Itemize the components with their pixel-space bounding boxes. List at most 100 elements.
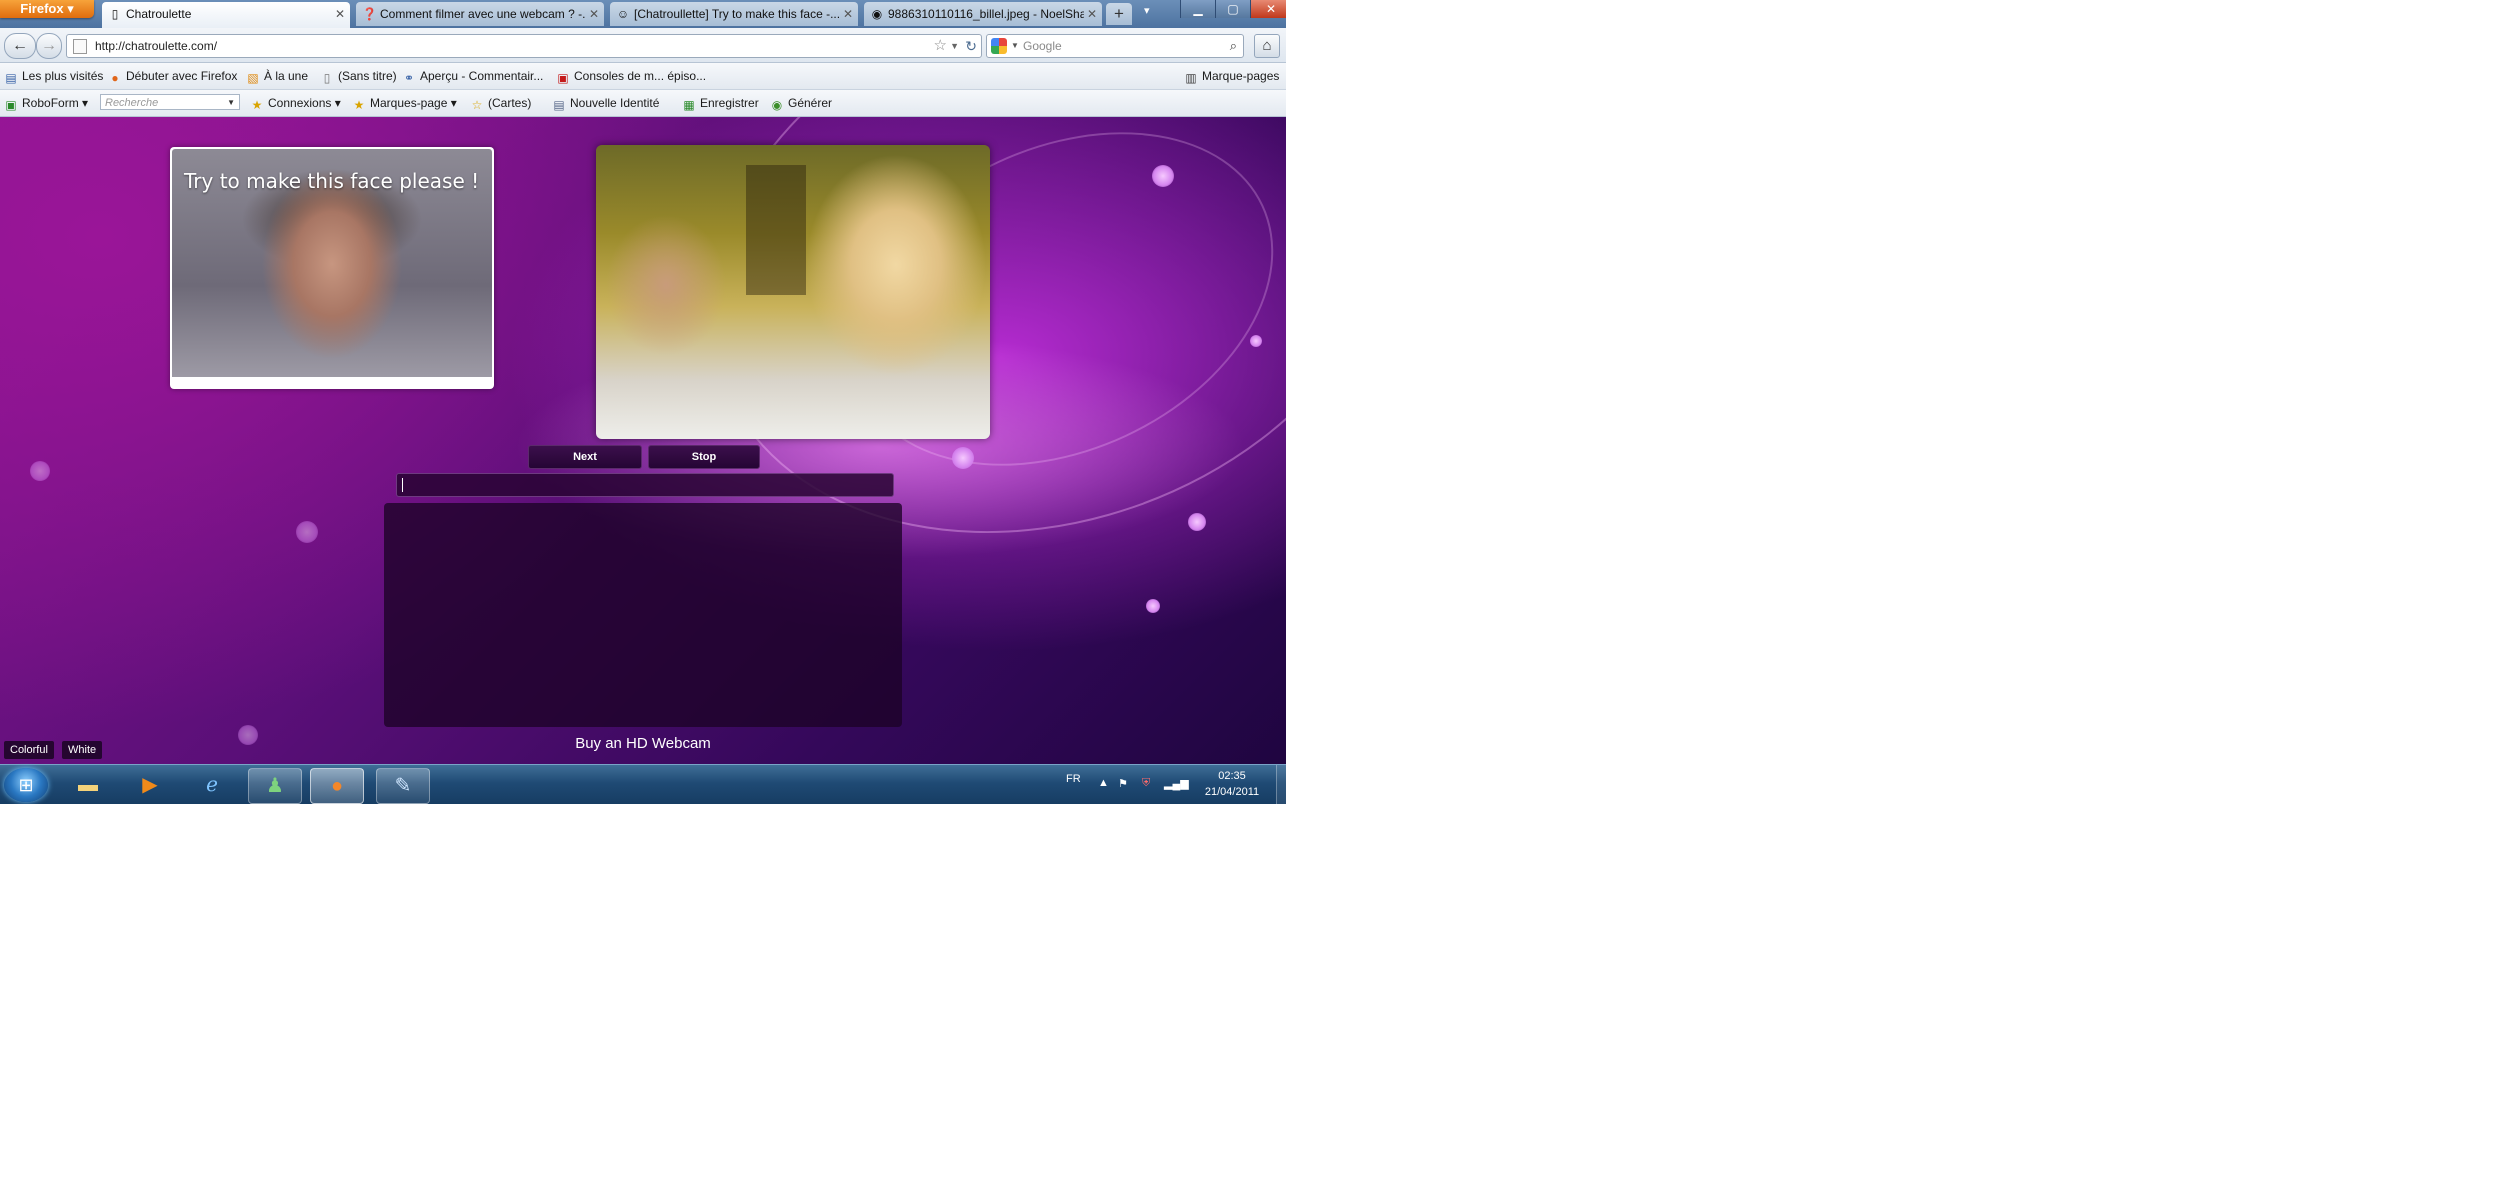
bookmark-debuter-firefox[interactable]: ● Débuter avec Firefox bbox=[108, 63, 237, 89]
roboform-item-label: Enregistrer bbox=[700, 96, 759, 110]
taskbar-paint[interactable]: ✎ bbox=[376, 768, 430, 804]
video-background-shadow bbox=[746, 165, 806, 295]
close-icon[interactable]: ✕ bbox=[1087, 2, 1097, 26]
chat-input[interactable] bbox=[396, 473, 894, 497]
roboform-cartes[interactable]: ☆ (Cartes) bbox=[470, 90, 532, 116]
desktop-screen: Firefox ▾ ▯ Chatroulette ✕ ❓ Comment fil… bbox=[0, 0, 1286, 804]
partner-webcam-video bbox=[596, 145, 990, 439]
taskbar-media-player[interactable]: ▶ bbox=[124, 768, 176, 802]
network-signal-icon[interactable]: ▂▄▆ bbox=[1164, 777, 1189, 790]
reload-icon[interactable]: ↻ bbox=[965, 35, 977, 57]
youtube-icon: ▣ bbox=[557, 71, 569, 85]
stop-button[interactable]: Stop bbox=[648, 445, 760, 469]
bookmark-sans-titre[interactable]: ▯ (Sans titre) bbox=[320, 63, 397, 89]
tab-list-icon[interactable]: ▾ bbox=[1144, 4, 1150, 17]
close-icon[interactable]: ✕ bbox=[589, 2, 599, 26]
roboform-marques-page[interactable]: ★ Marques-page ▾ bbox=[352, 90, 457, 116]
buy-hd-webcam-row: Buy an HD Webcam bbox=[0, 735, 1286, 752]
home-icon: ⌂ bbox=[1262, 37, 1272, 54]
roboform-menu[interactable]: ▣ RoboForm ▾ bbox=[4, 90, 88, 116]
question-icon: ❓ bbox=[362, 7, 377, 21]
next-button[interactable]: Next bbox=[528, 445, 642, 469]
roboform-item-label: Marques-page bbox=[370, 96, 448, 110]
search-icon[interactable]: ⌕ bbox=[1230, 35, 1237, 57]
background-orb bbox=[30, 461, 50, 481]
bookmark-apercu[interactable]: ⚭ Aperçu - Commentair... bbox=[402, 63, 543, 89]
roboform-generer[interactable]: ◉ Générer bbox=[770, 90, 832, 116]
windows-logo-icon: ⊞ bbox=[18, 775, 34, 795]
show-hidden-icons-icon[interactable]: ▲ bbox=[1098, 777, 1109, 789]
roboform-item-label: (Cartes) bbox=[488, 96, 532, 110]
close-icon[interactable]: ✕ bbox=[335, 2, 345, 26]
generate-icon: ◉ bbox=[771, 98, 783, 112]
text-caret bbox=[402, 478, 403, 492]
buy-hd-webcam-link[interactable]: Buy an HD Webcam bbox=[575, 735, 711, 752]
taskbar-messenger[interactable]: ♟ bbox=[248, 768, 302, 804]
url-text: http://chatroulette.com/ bbox=[95, 39, 218, 53]
taskbar-firefox[interactable]: ● bbox=[310, 768, 364, 804]
card-icon: ☆ bbox=[471, 98, 483, 112]
bookmark-star-icon[interactable]: ☆ bbox=[934, 35, 947, 57]
bookmark-les-plus-visites[interactable]: ▤ Les plus visités bbox=[4, 63, 103, 89]
roboform-enregistrer[interactable]: ▦ Enregistrer bbox=[682, 90, 759, 116]
link-icon: ⚭ bbox=[403, 71, 415, 85]
tab-noelshack-image[interactable]: ◉ 9886310110116_billel.jpeg - NoelSha...… bbox=[864, 2, 1102, 26]
home-button[interactable]: ⌂ bbox=[1254, 34, 1280, 58]
internet-explorer-icon: ℯ bbox=[206, 774, 218, 796]
antivirus-icon[interactable]: ⛨ bbox=[1142, 777, 1150, 790]
roboform-connexions[interactable]: ★ Connexions ▾ bbox=[250, 90, 341, 116]
maximize-icon[interactable]: ▢ bbox=[1215, 0, 1250, 18]
close-icon[interactable]: ✕ bbox=[843, 2, 853, 26]
google-icon[interactable] bbox=[991, 38, 1007, 54]
background-orb bbox=[1188, 513, 1206, 531]
window-close-icon[interactable]: ✕ bbox=[1250, 0, 1286, 18]
tab-chatroullette-forum[interactable]: ☺ [Chatroullette] Try to make this face … bbox=[610, 2, 858, 26]
background-orb bbox=[952, 447, 974, 469]
firefox-menu-button[interactable]: Firefox ▾ bbox=[0, 0, 94, 18]
search-engine-dropdown-icon[interactable]: ▼ bbox=[1011, 35, 1019, 57]
tab-title: [Chatroullette] Try to make this face -.… bbox=[634, 7, 840, 21]
window-controls: ▁ ▢ ✕ bbox=[1180, 0, 1286, 18]
url-bar[interactable]: http://chatroulette.com/ ☆ ▼ ↻ bbox=[66, 34, 982, 58]
start-button[interactable]: ⊞ bbox=[4, 768, 48, 802]
webcam-caption: Try to make this face please ! bbox=[184, 169, 480, 193]
background-orb bbox=[296, 521, 318, 543]
chat-log[interactable] bbox=[384, 503, 902, 727]
firefox-icon: ● bbox=[111, 71, 119, 85]
search-placeholder: Google bbox=[1023, 39, 1062, 53]
roboform-item-label: Nouvelle Identité bbox=[570, 96, 660, 110]
history-dropdown-icon[interactable]: ▼ bbox=[950, 35, 959, 57]
chatroulette-page: Try to make this face please ! Next Stop… bbox=[0, 117, 1286, 764]
back-button[interactable]: ← bbox=[4, 33, 36, 59]
roboform-search-input[interactable]: Recherche ▼ bbox=[100, 94, 240, 110]
show-desktop-button[interactable] bbox=[1276, 765, 1286, 804]
tab-comment-filmer[interactable]: ❓ Comment filmer avec une webcam ? -... … bbox=[356, 2, 604, 26]
language-indicator[interactable]: FR bbox=[1066, 773, 1081, 785]
background-orb bbox=[1152, 165, 1174, 187]
action-center-flag-icon[interactable]: ⚑ bbox=[1118, 777, 1128, 790]
theme-colorful-button[interactable]: Colorful bbox=[4, 741, 54, 759]
taskbar-explorer[interactable]: ▬ bbox=[62, 768, 114, 802]
forward-button[interactable]: → bbox=[36, 33, 62, 59]
clock-time: 02:35 bbox=[1218, 770, 1246, 782]
taskbar-internet-explorer[interactable]: ℯ bbox=[186, 768, 238, 802]
system-clock[interactable]: 02:35 21/04/2011 bbox=[1186, 768, 1278, 800]
search-bar[interactable]: ▼ Google ⌕ bbox=[986, 34, 1244, 58]
firefox-icon: ● bbox=[330, 775, 344, 797]
bookmark-consoles[interactable]: ▣ Consoles de m... épiso... bbox=[556, 63, 706, 89]
save-icon: ▦ bbox=[683, 98, 695, 112]
new-tab-button[interactable]: + bbox=[1106, 3, 1132, 25]
site-identity-icon[interactable] bbox=[73, 39, 87, 54]
theme-white-button[interactable]: White bbox=[62, 741, 103, 759]
background-orb bbox=[1250, 335, 1262, 347]
smiley-icon: ☺ bbox=[616, 7, 630, 21]
tab-title: Comment filmer avec une webcam ? -... bbox=[380, 7, 586, 21]
page-icon: ▯ bbox=[111, 7, 119, 21]
minimize-icon[interactable]: ▁ bbox=[1180, 0, 1215, 18]
chevron-down-icon[interactable]: ▼ bbox=[227, 95, 235, 111]
bookmark-a-la-une[interactable]: ▧ À la une bbox=[246, 63, 308, 89]
bookmarks-menu-label: Marque-pages bbox=[1202, 69, 1280, 83]
tab-chatroulette[interactable]: ▯ Chatroulette ✕ bbox=[102, 2, 350, 28]
roboform-nouvelle-identite[interactable]: ▤ Nouvelle Identité bbox=[552, 90, 659, 116]
bookmarks-menu-button[interactable]: ▥ Marque-pages bbox=[1184, 63, 1279, 89]
